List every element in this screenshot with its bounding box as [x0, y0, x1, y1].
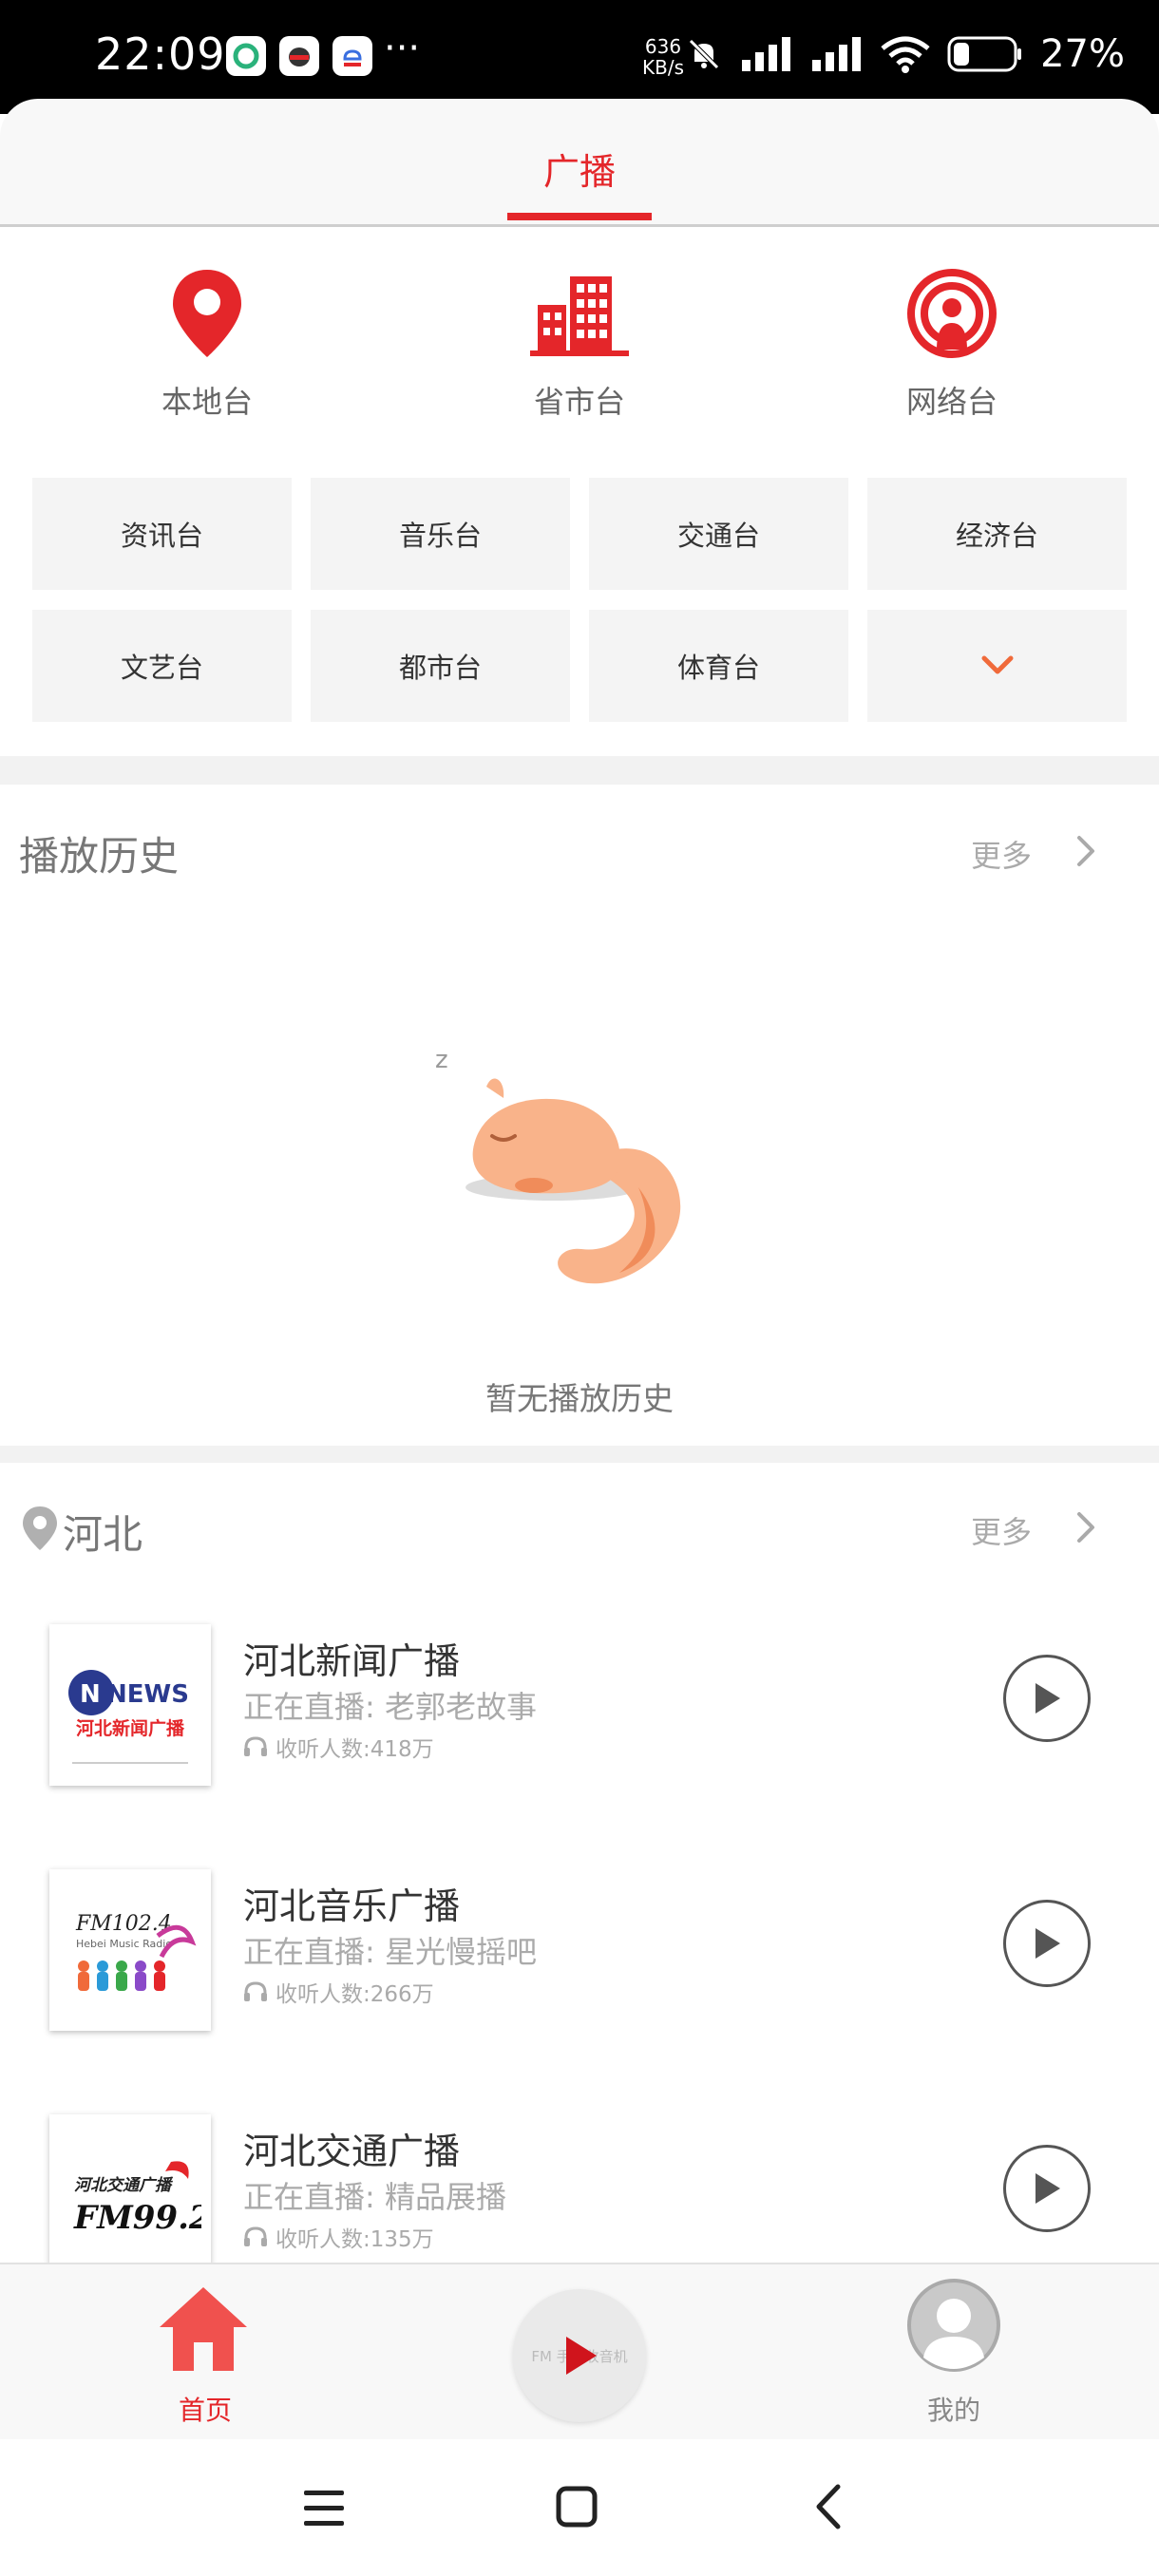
signal-icon	[742, 37, 791, 71]
headphones-icon	[244, 1981, 267, 2001]
chevron-right-icon[interactable]	[1074, 832, 1100, 870]
logo-text: FM102.4	[75, 1912, 172, 1936]
play-icon	[1036, 1683, 1060, 1714]
wechat-chat-icon	[226, 36, 266, 76]
category-network[interactable]: 网络台	[838, 266, 1066, 422]
broadcast-icon	[838, 266, 1066, 361]
category-local[interactable]: 本地台	[93, 266, 321, 422]
status-time: 22:09	[95, 28, 226, 80]
region-more-link[interactable]: 更多	[971, 1508, 1032, 1552]
station-logo: FM102.4 Hebei Music Radio	[49, 1869, 211, 2031]
menu-icon[interactable]	[302, 2487, 346, 2529]
battery-percent: 27%	[1040, 32, 1125, 76]
nav-mine-label: 我的	[926, 2395, 980, 2426]
play-icon	[1036, 2173, 1060, 2204]
station-logo: N NEWS 河北新闻广播	[49, 1624, 211, 1786]
location-pin-icon	[23, 1506, 57, 1550]
history-more-link[interactable]: 更多	[971, 832, 1032, 876]
station-live-program: 正在直播: 精品展播	[243, 2179, 506, 2215]
svg-text:z: z	[435, 1046, 448, 1074]
sleeping-squirrel-illustration: z	[435, 1046, 681, 1284]
status-bar: 22:09 ··· 636 KB/s 27%	[0, 0, 1159, 114]
play-icon	[1036, 1928, 1060, 1959]
nav-home-label: 首页	[178, 2395, 232, 2426]
station-name: 河北交通广播	[243, 2131, 461, 2172]
headphones-icon	[244, 1736, 267, 1756]
bottom-nav: 首页 FM 手机收音机 我的	[0, 2263, 1159, 2441]
play-icon	[566, 2337, 597, 2375]
back-icon[interactable]	[811, 2483, 846, 2530]
station-name: 河北音乐广播	[243, 1885, 461, 1927]
play-button[interactable]	[1003, 1655, 1091, 1742]
category-province[interactable]: 省市台	[466, 266, 694, 422]
location-pin-icon	[93, 266, 321, 361]
genre-arts[interactable]: 文艺台	[32, 610, 292, 722]
station-name: 河北新闻广播	[243, 1640, 461, 1682]
home-square-icon[interactable]	[555, 2485, 598, 2529]
station-listeners: 收听人数:135万	[243, 2221, 434, 2253]
station-listeners: 收听人数:418万	[243, 1731, 434, 1763]
logo-text: 河北交通广播	[74, 2176, 174, 2195]
tab-active-indicator	[507, 213, 652, 220]
play-button[interactable]	[1003, 1900, 1091, 1987]
center-player-button[interactable]: FM 手机收音机	[513, 2289, 646, 2422]
section-separator	[0, 756, 1159, 785]
play-button[interactable]	[1003, 2145, 1091, 2232]
top-tab-bar: 广播	[0, 99, 1159, 227]
qq-icon	[279, 36, 319, 76]
category-label: 省市台	[533, 384, 625, 420]
genre-traffic[interactable]: 交通台	[589, 478, 848, 590]
history-title: 播放历史	[19, 833, 180, 880]
battery-icon	[947, 36, 1022, 72]
history-empty-text: 暂无播放历史	[485, 1380, 674, 1417]
listener-count: 收听人数:418万	[276, 1737, 434, 1762]
cloud-app-icon	[332, 36, 372, 76]
expand-genres-button[interactable]	[867, 610, 1127, 722]
signal-icon	[812, 37, 862, 71]
tab-broadcast[interactable]: 广播	[0, 142, 1159, 195]
network-speed: 636 KB/s	[642, 36, 684, 78]
station-logo: 河北交通广播 FM99.2	[49, 2114, 211, 2276]
chevron-right-icon[interactable]	[1074, 1508, 1100, 1546]
headphones-icon	[244, 2226, 267, 2246]
logo-text: Hebei Music Radio	[76, 1938, 172, 1950]
logo-text: FM99.2	[73, 2199, 201, 2237]
listener-count: 收听人数:135万	[276, 2227, 434, 2252]
system-nav-bar	[0, 2439, 1159, 2576]
listener-count: 收听人数:266万	[276, 1982, 434, 2007]
station-row[interactable]: FM102.4 Hebei Music Radio 河北音乐广播 正在直播: 星…	[0, 1869, 1159, 2040]
network-speed-unit: KB/s	[642, 56, 684, 79]
home-icon	[160, 2287, 247, 2371]
section-separator	[0, 1446, 1159, 1463]
category-label: 本地台	[161, 384, 253, 420]
genre-news[interactable]: 资讯台	[32, 478, 292, 590]
genre-city[interactable]: 都市台	[311, 610, 570, 722]
station-live-program: 正在直播: 老郭老故事	[243, 1689, 537, 1725]
avatar-icon	[907, 2279, 1000, 2372]
logo-text: NEWS	[106, 1680, 189, 1709]
svg-text:N: N	[80, 1680, 101, 1709]
status-more: ···	[384, 27, 421, 70]
status-right: 27%	[685, 32, 1125, 76]
logo-text: 河北新闻广播	[76, 1717, 185, 1739]
station-row[interactable]: N NEWS 河北新闻广播 河北新闻广播 正在直播: 老郭老故事 收听人数:41…	[0, 1624, 1159, 1795]
genre-economy[interactable]: 经济台	[867, 478, 1127, 590]
chevron-down-icon	[981, 655, 1013, 674]
category-label: 网络台	[905, 384, 998, 420]
station-listeners: 收听人数:266万	[243, 1976, 434, 2008]
network-speed-value: 636	[644, 35, 682, 58]
genre-music[interactable]: 音乐台	[311, 478, 570, 590]
station-row[interactable]: 河北交通广播 FM99.2 河北交通广播 正在直播: 精品展播 收听人数:135…	[0, 2114, 1159, 2285]
mute-bell-icon	[689, 39, 719, 69]
station-live-program: 正在直播: 星光慢摇吧	[243, 1934, 537, 1970]
buildings-icon	[466, 266, 694, 361]
region-title: 河北	[63, 1511, 143, 1558]
wifi-icon	[881, 36, 930, 73]
genre-sports[interactable]: 体育台	[589, 610, 848, 722]
